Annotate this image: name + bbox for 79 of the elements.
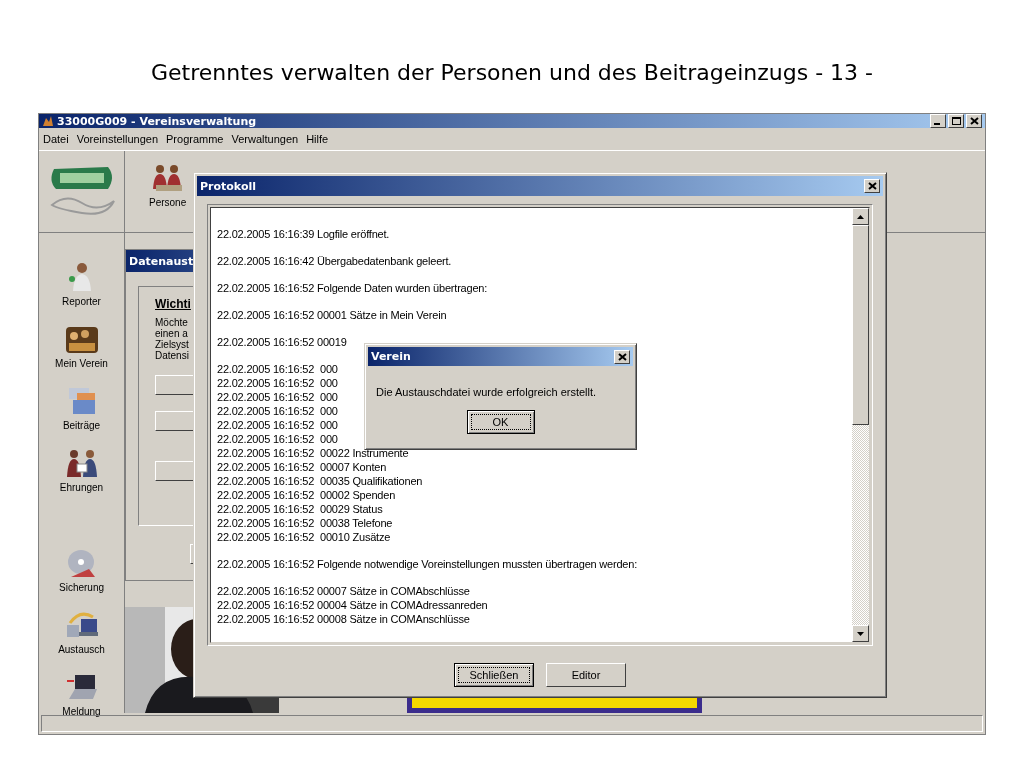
up-arrow-icon — [857, 214, 864, 219]
close-button[interactable] — [614, 349, 630, 364]
log-time: 22.02.2005 16:16:52 — [217, 530, 316, 544]
log-time: 22.02.2005 16:16:52 — [217, 446, 316, 460]
message-text: Die Austauschdatei wurde erfolgreich erstellt. — [375, 385, 598, 398]
scroll-down-button[interactable] — [852, 625, 869, 642]
log-line: 22.02.2005 16:16:52 Folgende notwendige Voreinstellungen mussten übertragen werden: — [217, 557, 638, 571]
panel-title: Datenaust — [129, 254, 194, 268]
slide-title: Getrenntes verwalten der Personen und des Beitrageinzugs - 13 - — [150, 60, 873, 85]
log-time: 22.02.2005 16:16:52 — [217, 390, 316, 404]
info-text: Datensi — [155, 350, 189, 361]
sidebar-item[interactable]: Beiträge — [39, 371, 124, 431]
dialog-button[interactable]: Editor — [546, 663, 626, 687]
log-line: 22.02.2005 16:16:39 Logfile eröffnet. — [217, 227, 390, 241]
log-line: 22.02.2005 16:16:52 00007 Sätze in COMAbschlüsse — [217, 584, 470, 598]
log-time: 22.02.2005 16:16:52 — [217, 460, 316, 474]
close-icon — [969, 117, 979, 125]
close-button[interactable] — [966, 114, 982, 128]
log-line: 22.02.2005 16:16:42 Übergabedatenbank geleert. — [217, 254, 452, 268]
window-title: 33000G009 - Vereinsverwaltung — [57, 114, 258, 128]
log-time: 22.02.2005 16:16:52 — [217, 502, 316, 516]
log-line: 22.02.2005 16:16:52 00004 Sätze in COMAdressanreden — [217, 598, 488, 612]
log-line: 22.02.2005 16:16:52 00019 — [217, 335, 347, 349]
log-time: 22.02.2005 16:16:52 — [217, 362, 316, 376]
down-arrow-icon — [857, 631, 864, 636]
menu-item[interactable]: Programme — [166, 133, 224, 145]
log-entry: 00007 Konten — [320, 460, 387, 474]
log-line: 22.02.2005 16:16:52 Folgende Daten wurden übertragen: — [217, 281, 488, 295]
info-text: Möchte — [155, 317, 188, 328]
log-line: 22.02.2005 16:16:52 00001 Sätze in Mein Verein — [217, 308, 447, 322]
scroll-thumb[interactable] — [852, 225, 869, 425]
log-time: 22.02.2005 16:16:52 — [217, 418, 316, 432]
dialog-title: Verein — [371, 350, 412, 363]
log-time: 22.02.2005 16:16:52 — [217, 376, 316, 390]
dialog-title: Protokoll — [200, 179, 257, 193]
log-time: 22.02.2005 16:16:52 — [217, 404, 316, 418]
menu-item[interactable]: Datei — [43, 133, 69, 145]
close-button[interactable] — [864, 179, 880, 193]
sidebar-item[interactable]: Ehrungen — [39, 433, 124, 493]
scroll-up-button[interactable] — [852, 208, 869, 225]
handshake-icon — [64, 447, 99, 479]
scrollbar[interactable] — [852, 208, 869, 642]
toolbar-button[interactable]: Persone — [149, 163, 187, 232]
close-icon — [867, 182, 877, 190]
log-entry: 00035 Qualifikationen — [320, 474, 423, 488]
log-entry: 000 — [320, 418, 338, 432]
dialog-button[interactable]: Schließen — [454, 663, 534, 687]
sidebar-item[interactable]: Austausch — [39, 595, 124, 655]
log-entry: 00029 Status — [320, 502, 383, 516]
close-icon — [617, 352, 627, 361]
log-time: 22.02.2005 16:16:52 — [217, 516, 316, 530]
sidebar-item[interactable]: Sicherung — [39, 533, 124, 593]
sidebar-item[interactable]: Mein Verein — [39, 309, 124, 369]
log-entry: 000 — [320, 432, 338, 446]
log-time: 22.02.2005 16:16:52 — [217, 474, 316, 488]
group-heading: Wichti — [155, 297, 191, 311]
log-entry: 000 — [320, 404, 338, 418]
sidebar-item[interactable]: Reporter — [39, 247, 124, 307]
log-time: 22.02.2005 16:16:52 — [217, 488, 316, 502]
menu-item[interactable]: Hilfe — [306, 133, 329, 145]
log-entry: 00002 Spenden — [320, 488, 396, 502]
log-entry: 000 — [320, 376, 338, 390]
ok-button[interactable]: OK — [466, 410, 535, 434]
log-time: 22.02.2005 16:16:52 — [217, 432, 316, 446]
log-entry: 00022 Instrumente — [320, 446, 409, 460]
info-text: einen a — [155, 328, 188, 339]
log-entry: 000 — [320, 390, 338, 404]
menu-item[interactable]: Voreinstellungen — [76, 133, 159, 145]
log-line: 22.02.2005 16:16:52 00008 Sätze in COMAnschlüsse — [217, 612, 470, 626]
maximize-button[interactable] — [948, 114, 964, 128]
log-entry: 00010 Zusätze — [320, 530, 391, 544]
info-text: Zielsyst — [155, 339, 189, 350]
log-entry: 00038 Telefone — [320, 516, 393, 530]
maximize-icon — [951, 117, 961, 125]
app-icon — [42, 115, 54, 127]
menu-item[interactable]: Verwaltungen — [231, 133, 299, 145]
minimize-button[interactable] — [930, 114, 946, 128]
sidebar-item[interactable]: Meldung — [39, 657, 124, 717]
log-entry: 000 — [320, 362, 338, 376]
